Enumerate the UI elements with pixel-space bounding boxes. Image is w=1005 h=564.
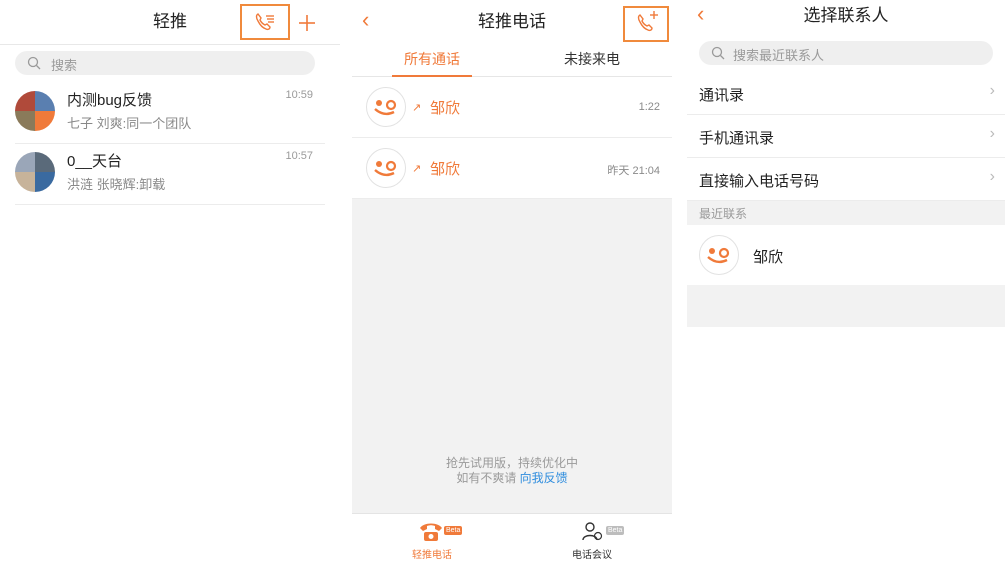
- nav-conference[interactable]: Beta 电话会议: [512, 514, 672, 564]
- search-input[interactable]: 搜索: [15, 51, 315, 75]
- call-row[interactable]: ↗ 邹欣 昨天 21:04: [352, 138, 672, 199]
- tab-all-calls[interactable]: 所有通话: [352, 44, 512, 76]
- nav-label: 电话会议: [572, 550, 612, 561]
- nav-phone[interactable]: Beta 轻推电话: [352, 514, 512, 564]
- header: ‹ 轻推电话: [352, 0, 672, 45]
- app-logo-icon: [374, 99, 397, 116]
- feedback-link[interactable]: 向我反馈: [520, 471, 568, 485]
- chat-preview: 洪涟 张晓辉:卸载: [67, 177, 166, 192]
- chat-row[interactable]: 内测bug反馈 七子 刘爽:同一个团队 10:59: [15, 83, 325, 144]
- app-logo-icon: [374, 160, 397, 177]
- beta-badge: Beta: [606, 526, 625, 535]
- avatar: [366, 148, 406, 188]
- search-input[interactable]: 搜索最近联系人: [699, 41, 993, 65]
- section-header: 最近联系: [687, 201, 1005, 225]
- search-placeholder: 搜索: [51, 58, 78, 73]
- menu-row-contacts[interactable]: 通讯录 ›: [687, 72, 1005, 115]
- empty-area: [687, 285, 1005, 327]
- call-tabs: 所有通话 未接来电: [352, 44, 672, 77]
- screen-call-log: ‹ 轻推电话 所有通话 未接来电 ↗ 邹欣 1:22 ↗ 邹欣 昨天 21:04…: [352, 0, 672, 564]
- bottom-nav: Beta 轻推电话 Beta 电话会议: [352, 513, 672, 564]
- call-time: 昨天 21:04: [607, 165, 660, 177]
- contact-name: 邹欣: [753, 249, 784, 266]
- avatar: [699, 235, 739, 275]
- plus-icon[interactable]: [298, 14, 316, 32]
- screen-chat-list: 轻推 搜索 内测bug反馈 七子 刘爽:同一个团队 10:59 0__天台 洪涟…: [0, 0, 340, 564]
- chevron-right-icon: ›: [989, 125, 995, 142]
- page-title: 选择联系人: [803, 6, 889, 25]
- recent-contact-row[interactable]: 邹欣: [687, 225, 1005, 285]
- nav-label: 轻推电话: [412, 550, 452, 561]
- conference-call-icon: [582, 522, 603, 541]
- menu-row-phone-contacts[interactable]: 手机通讯录 ›: [687, 115, 1005, 158]
- beta-badge: Beta: [444, 526, 463, 535]
- chat-name: 内测bug反馈: [67, 92, 153, 109]
- header: 轻推: [0, 0, 340, 45]
- beta-note-line2: 如有不爽请 向我反馈: [352, 471, 672, 486]
- chat-row[interactable]: 0__天台 洪涟 张晓辉:卸载 10:57: [15, 144, 325, 205]
- app-logo-icon: [707, 247, 730, 264]
- menu-label: 手机通讯录: [699, 130, 775, 147]
- search-placeholder: 搜索最近联系人: [733, 48, 825, 63]
- menu-label: 通讯录: [699, 87, 745, 104]
- search-icon: [711, 46, 725, 60]
- outgoing-arrow-icon: ↗: [412, 163, 422, 175]
- add-call-icon[interactable]: [636, 10, 660, 32]
- screen-select-contact: ‹ 选择联系人 搜索最近联系人 通讯录 › 手机通讯录 › 直接输入电话号码 ›…: [687, 0, 1005, 564]
- menu-label: 直接输入电话号码: [699, 173, 820, 190]
- group-avatar: [15, 91, 55, 131]
- chat-time: 10:57: [285, 150, 313, 162]
- telephone-icon: [420, 523, 442, 541]
- outgoing-arrow-icon: ↗: [412, 102, 422, 114]
- search-icon: [27, 56, 41, 70]
- section-label: 最近联系: [699, 207, 748, 221]
- call-name: 邹欣: [430, 161, 461, 178]
- phone-list-icon[interactable]: [254, 12, 276, 32]
- chat-name: 0__天台: [67, 153, 123, 170]
- beta-note-prefix: 如有不爽请: [456, 471, 520, 485]
- chevron-right-icon: ›: [989, 82, 995, 99]
- menu-row-dial-number[interactable]: 直接输入电话号码 ›: [687, 158, 1005, 201]
- call-row[interactable]: ↗ 邹欣 1:22: [352, 77, 672, 138]
- beta-note-line1: 抢先试用版，持续优化中: [445, 456, 578, 470]
- header: ‹ 选择联系人: [687, 0, 1005, 36]
- beta-note: 抢先试用版，持续优化中 如有不爽请 向我反馈: [352, 456, 672, 486]
- chat-time: 10:59: [285, 89, 313, 101]
- tab-missed-calls[interactable]: 未接来电: [512, 44, 672, 76]
- call-name: 邹欣: [430, 100, 461, 117]
- group-avatar: [15, 152, 55, 192]
- chevron-right-icon: ›: [989, 168, 995, 185]
- chat-preview: 七子 刘爽:同一个团队: [67, 116, 192, 131]
- avatar: [366, 87, 406, 127]
- call-time: 1:22: [638, 101, 660, 113]
